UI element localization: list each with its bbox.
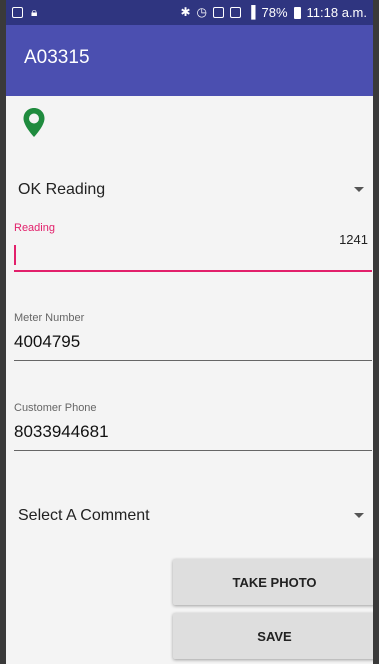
comment-dropdown[interactable]: Select A Comment (18, 502, 364, 532)
customer-phone-underline (14, 450, 372, 451)
meter-number-value: 4004795 (14, 332, 81, 351)
text-cursor (14, 245, 16, 265)
battery-percent: 78% (261, 5, 288, 20)
bluetooth-icon: ✱ (180, 5, 191, 19)
save-button[interactable]: SAVE (173, 613, 373, 659)
customer-phone-field[interactable]: Customer Phone 8033944681 (14, 402, 372, 454)
page-title: A03315 (24, 47, 90, 68)
lock-icon: 🔒︎ (31, 5, 38, 19)
sim-icon (212, 7, 224, 18)
app-bar: A03315 (6, 25, 373, 96)
comment-value: Select A Comment (18, 507, 150, 524)
notification-icon (12, 7, 23, 18)
form: OK Reading Reading 1241 Meter Number 400… (6, 96, 373, 664)
reading-underline (14, 270, 372, 272)
status-bar: 🔒︎ ✱ ◷ ▐ 78% 11:18 a.m. (6, 0, 373, 25)
location-pin-icon[interactable] (22, 107, 46, 139)
meter-number-label: Meter Number (14, 312, 85, 324)
signal-icon: ▐ (246, 5, 256, 19)
meter-number-field[interactable]: Meter Number 4004795 (14, 312, 372, 364)
app-screen: 🔒︎ ✱ ◷ ▐ 78% 11:18 a.m. A03315 OK Readin… (6, 0, 373, 664)
dropdown-arrow-icon (354, 513, 364, 518)
clock: 11:18 a.m. (306, 5, 367, 20)
reading-counter: 1241 (339, 232, 368, 247)
reading-status-value: OK Reading (18, 181, 106, 198)
battery-icon (293, 6, 301, 19)
reading-status-dropdown[interactable]: OK Reading (18, 176, 364, 206)
reading-label: Reading (14, 222, 55, 234)
dropdown-arrow-icon (354, 187, 364, 192)
meter-number-underline (14, 360, 372, 361)
take-photo-button[interactable]: TAKE PHOTO (173, 559, 373, 605)
data-icon (229, 7, 241, 18)
reading-input[interactable]: Reading 1241 (14, 222, 372, 274)
alarm-icon: ◷ (196, 5, 207, 19)
customer-phone-value: 8033944681 (14, 422, 109, 441)
customer-phone-label: Customer Phone (14, 402, 97, 414)
